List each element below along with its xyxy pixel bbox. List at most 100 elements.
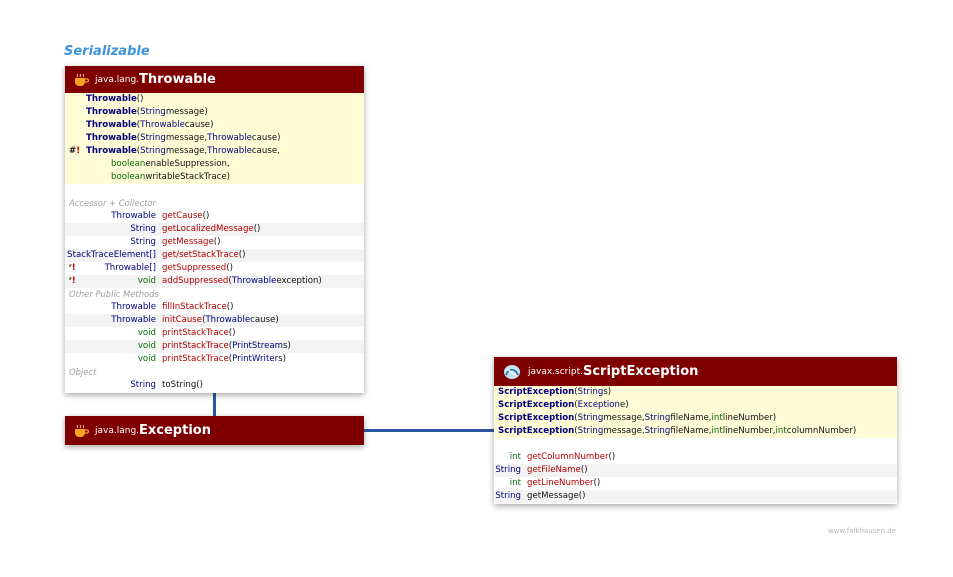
parameter-text: fileName, xyxy=(670,426,712,436)
method-row: int getColumnNumber () xyxy=(494,451,897,464)
section-header: Object xyxy=(65,366,364,379)
parameter-text: lineNumber, xyxy=(722,426,776,436)
parameter-text: int xyxy=(711,426,723,436)
parameter-text: () xyxy=(593,478,601,488)
inheritance-connector-vertical xyxy=(213,393,216,417)
return-type: Throwable[] xyxy=(104,263,156,273)
throwable-header: java.lang. Throwable xyxy=(65,66,364,93)
parameter-text: s) xyxy=(278,354,286,364)
scriptexception-class-name: ScriptException xyxy=(582,364,699,379)
throwable-class-name: Throwable xyxy=(139,72,216,87)
constructor-row: Throwable (String message) xyxy=(65,106,364,119)
parameter-text: () xyxy=(253,224,261,234)
parameter-text: Throwable xyxy=(231,276,277,286)
throwable-package: java.lang. xyxy=(95,74,140,85)
method-row: int getLineNumber () xyxy=(494,477,897,490)
method-name: getMessage xyxy=(527,491,579,501)
parameter-text: String xyxy=(140,146,166,156)
method-name: get/setStackTrace xyxy=(162,250,239,260)
parameter-text: cause) xyxy=(250,315,279,325)
section-title: Object xyxy=(69,367,97,377)
method-name: printStackTrace xyxy=(162,341,229,351)
bang-glyph: ! xyxy=(76,146,81,156)
return-type: void xyxy=(137,354,156,364)
parameter-text: lineNumber) xyxy=(722,413,777,423)
section-title: Other Public Methods xyxy=(69,289,159,299)
method-row: void printStackTrace (PrintStream s) xyxy=(65,340,364,353)
section-header: Accessor + Collector xyxy=(65,197,364,210)
constructor-name: ScriptException xyxy=(498,426,575,436)
protected-marker-icon: #! xyxy=(69,145,80,158)
parameter-text: message, xyxy=(603,413,645,423)
return-type: StackTraceElement[] xyxy=(67,250,156,260)
exception-package: java.lang. xyxy=(95,425,140,436)
return-type: void xyxy=(137,341,156,351)
constructor-name: ScriptException xyxy=(498,400,575,410)
method-row: ʳ! void addSuppressed (Throwable exception… xyxy=(65,275,364,288)
constructor-name: ScriptException xyxy=(498,413,575,423)
method-name: getCause xyxy=(162,211,203,221)
method-name: printStackTrace xyxy=(162,328,229,338)
exception-class-box: java.lang. Exception xyxy=(65,416,364,445)
parameter-text: String xyxy=(577,426,604,436)
return-type: int xyxy=(509,452,521,462)
parameter-text: () xyxy=(608,452,616,462)
method-name: getMessage xyxy=(162,237,214,247)
parameter-text: String xyxy=(140,107,166,117)
constructor-name: ScriptException xyxy=(498,387,575,397)
constructor-name: Throwable xyxy=(86,94,137,104)
method-name: toString xyxy=(162,380,197,390)
parameter-text: () xyxy=(213,237,221,247)
bang-glyph: ! xyxy=(71,276,76,286)
return-type: Throwable xyxy=(111,302,156,312)
scriptexception-header: javax.script. ScriptException xyxy=(494,357,897,386)
parameter-text: () xyxy=(228,328,236,338)
method-row: void printStackTrace () xyxy=(65,327,364,340)
inheritance-connector-horizontal xyxy=(363,429,494,432)
credit-text: www.falkhausen.de xyxy=(827,527,896,535)
return-type: int xyxy=(509,478,521,488)
scriptexception-members: ScriptException (String s) ScriptExceptio… xyxy=(494,386,897,503)
parameter-text: () xyxy=(580,465,588,475)
parameter-text: s) xyxy=(283,341,291,351)
constructor-row: Throwable () xyxy=(65,93,364,106)
parameter-text: int xyxy=(775,426,787,436)
constructor-row: Throwable (String message, Throwable cau… xyxy=(65,132,364,145)
method-row: Throwable fillInStackTrace () xyxy=(65,301,364,314)
java-cup-icon xyxy=(75,424,89,437)
constructor-row: ScriptException (String message, String … xyxy=(494,412,897,425)
throwable-members: Throwable () Throwable (String message) Th… xyxy=(65,93,364,392)
java-cup-icon xyxy=(75,73,89,86)
parameter-text: cause) xyxy=(251,133,281,143)
return-type: String xyxy=(495,491,521,501)
parameter-text: message, xyxy=(165,133,208,143)
parameter-text: Exception xyxy=(577,400,620,410)
parameter-text: Throwable xyxy=(140,120,185,130)
method-row: String getFileName () xyxy=(494,464,897,477)
exception-class-name: Exception xyxy=(139,423,211,438)
parameter-text: message) xyxy=(165,107,208,117)
return-type: String xyxy=(495,465,521,475)
since-marker-icon: ʳ! xyxy=(69,262,76,275)
return-type: Throwable xyxy=(111,315,156,325)
bang-glyph: ! xyxy=(71,263,76,273)
method-name: getColumnNumber xyxy=(527,452,609,462)
throwable-class-box: java.lang. Throwable Throwable () Throwab… xyxy=(65,66,364,393)
method-name: getSuppressed xyxy=(162,263,227,273)
method-row: ʳ! Throwable[] getSuppressed () xyxy=(65,262,364,275)
method-name: initCause xyxy=(162,315,203,325)
exception-header: java.lang. Exception xyxy=(65,416,364,445)
serializable-interface-label: Serializable xyxy=(64,44,150,59)
method-row: String getMessage () xyxy=(494,490,897,503)
method-name: addSuppressed xyxy=(162,276,229,286)
parameter-text: () xyxy=(578,491,586,501)
parameter-text: Throwable xyxy=(207,146,252,156)
parameter-text: Throwable xyxy=(205,315,251,325)
method-name: fillInStackTrace xyxy=(162,302,227,312)
return-type: String xyxy=(130,380,156,390)
method-name: getLocalizedMessage xyxy=(162,224,254,234)
scriptexception-package: javax.script. xyxy=(528,366,583,377)
constructor-row: #! Throwable (String message, Throwable c… xyxy=(65,145,364,158)
method-row: String getLocalizedMessage () xyxy=(65,223,364,236)
